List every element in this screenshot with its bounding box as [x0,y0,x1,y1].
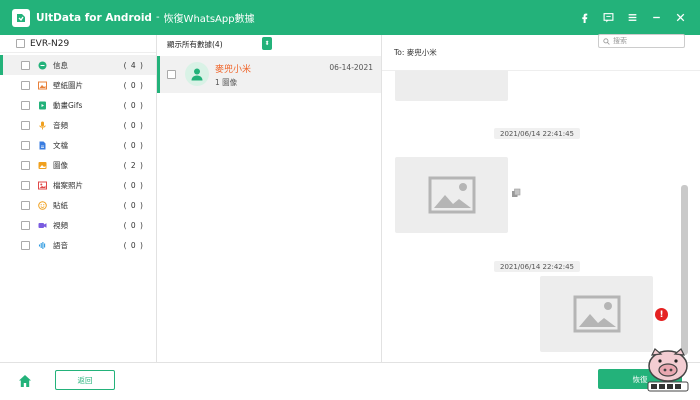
category-item[interactable]: 貼紙 ( 0 ) [0,195,156,215]
message-timestamp: 2021/06/14 22:42:45 [494,261,580,272]
minimize-icon[interactable] [644,6,668,30]
category-checkbox[interactable] [21,160,30,170]
chat-list-panel: 顯示所有數據(4) ⬍ 麥兜小米 1 圖像 06-14-2021 [157,35,382,362]
search-input[interactable]: 搜索 [598,34,685,48]
document-icon [38,141,47,150]
category-label: 音頻 [53,120,68,130]
category-checkbox[interactable] [21,240,30,250]
category-count: ( 2 ) [123,160,144,170]
title-bar: UltData for Android - 恢復WhatsApp數據 [0,0,700,35]
category-item[interactable]: 文檔 ( 0 ) [0,135,156,155]
recipient-label: To: 麥兜小米 [394,48,437,57]
category-label: 語音 [53,240,68,250]
category-checkbox[interactable] [21,80,30,90]
copy-icon[interactable] [511,188,521,198]
message-timestamp: 2021/06/14 22:41:45 [494,128,580,139]
category-checkbox[interactable] [21,140,30,150]
category-label: 圖像 [53,160,68,170]
search-icon [603,37,610,45]
category-count: ( 0 ) [123,200,144,210]
category-item[interactable]: 壁紙圖片 ( 0 ) [0,75,156,95]
pig-watermark-icon [647,348,689,392]
category-item[interactable]: 動畫Gifs ( 0 ) [0,95,156,115]
app-logo-icon [12,8,30,27]
category-checkbox[interactable] [21,100,30,110]
filter-dropdown[interactable]: 顯示所有數據(4) [167,39,223,50]
video-icon [38,221,47,230]
category-label: 壁紙圖片 [53,80,83,90]
category-checkbox[interactable] [21,120,30,130]
category-checkbox[interactable] [21,220,30,230]
category-count: ( 0 ) [123,240,144,250]
error-icon[interactable]: ! [655,308,668,321]
chat-checkbox[interactable] [167,70,176,79]
home-icon [19,375,31,387]
category-checkbox[interactable] [21,60,30,70]
category-item[interactable]: 信息 ( 4 ) [0,55,156,75]
category-item[interactable]: 音頻 ( 0 ) [0,115,156,135]
device-name: EVR-N29 [30,38,70,49]
contact-avatar-icon [185,62,209,86]
feedback-icon[interactable] [596,6,620,30]
category-label: 檔案照片 [53,180,83,190]
category-count: ( 0 ) [123,220,144,230]
category-count: ( 4 ) [123,60,144,70]
conversation-scrollbar[interactable] [681,185,688,355]
gif-icon [38,101,47,110]
device-checkbox[interactable] [16,39,25,48]
chat-list-item[interactable]: 麥兜小米 1 圖像 06-14-2021 [157,56,381,93]
home-button[interactable] [15,371,35,391]
app-name: UltData for Android [36,11,152,24]
category-label: 視頻 [53,220,68,230]
image-message-received[interactable] [395,157,508,233]
category-list: 信息 ( 4 ) 壁紙圖片 ( 0 ) 動畫Gifs ( 0 ) 音頻 ( 0 ) 文檔 ( 0 … [0,55,156,255]
image-icon [38,161,47,170]
chat-summary: 1 圖像 [215,78,238,87]
category-count: ( 0 ) [123,180,144,190]
wallpaper-icon [38,81,47,90]
category-count: ( 0 ) [123,120,144,130]
category-label: 文檔 [53,140,68,150]
category-label: 動畫Gifs [53,100,83,110]
image-placeholder-icon [428,176,475,214]
title-separator: - [155,12,160,23]
category-item[interactable]: 視頻 ( 0 ) [0,215,156,235]
category-count: ( 0 ) [123,100,144,110]
chat-date: 06-14-2021 [329,63,373,72]
image-message-received[interactable] [395,71,508,101]
category-count: ( 0 ) [123,140,144,150]
message-area: 2021/06/14 22:41:45 2021/06/14 22:42:45 … [382,71,690,362]
search-placeholder: 搜索 [613,37,627,45]
category-checkbox[interactable] [21,180,30,190]
window-subtitle: 恢復WhatsApp數據 [163,14,255,25]
back-button[interactable]: 返回 [55,370,115,390]
device-row[interactable]: EVR-N29 [0,35,156,53]
category-count: ( 0 ) [123,80,144,90]
footer-bar: 返回 恢復 [0,362,700,400]
menu-icon[interactable] [620,6,644,30]
category-checkbox[interactable] [21,200,30,210]
category-item[interactable]: 圖像 ( 2 ) [0,155,156,175]
microphone-icon [38,121,47,130]
voice-icon [38,241,47,250]
category-item[interactable]: 檔案照片 ( 0 ) [0,175,156,195]
category-label: 貼紙 [53,200,68,210]
facebook-icon[interactable] [572,6,596,30]
image-message-sent[interactable] [540,276,653,352]
profile-photo-icon [38,181,47,190]
category-label: 信息 [53,60,68,70]
image-placeholder-icon [573,295,620,333]
category-panel: EVR-N29 信息 ( 4 ) 壁紙圖片 ( 0 ) 動畫Gifs ( 0 ) 音頻 ( 0… [0,35,157,362]
dropdown-arrow-icon[interactable]: ⬍ [262,37,272,50]
close-icon[interactable] [668,6,692,30]
contact-name: 麥兜小米 [215,65,252,75]
category-item[interactable]: 語音 ( 0 ) [0,235,156,255]
sticker-icon [38,200,47,210]
filter-row: 顯示所有數據(4) ⬍ [157,35,381,53]
message-icon [38,61,47,70]
